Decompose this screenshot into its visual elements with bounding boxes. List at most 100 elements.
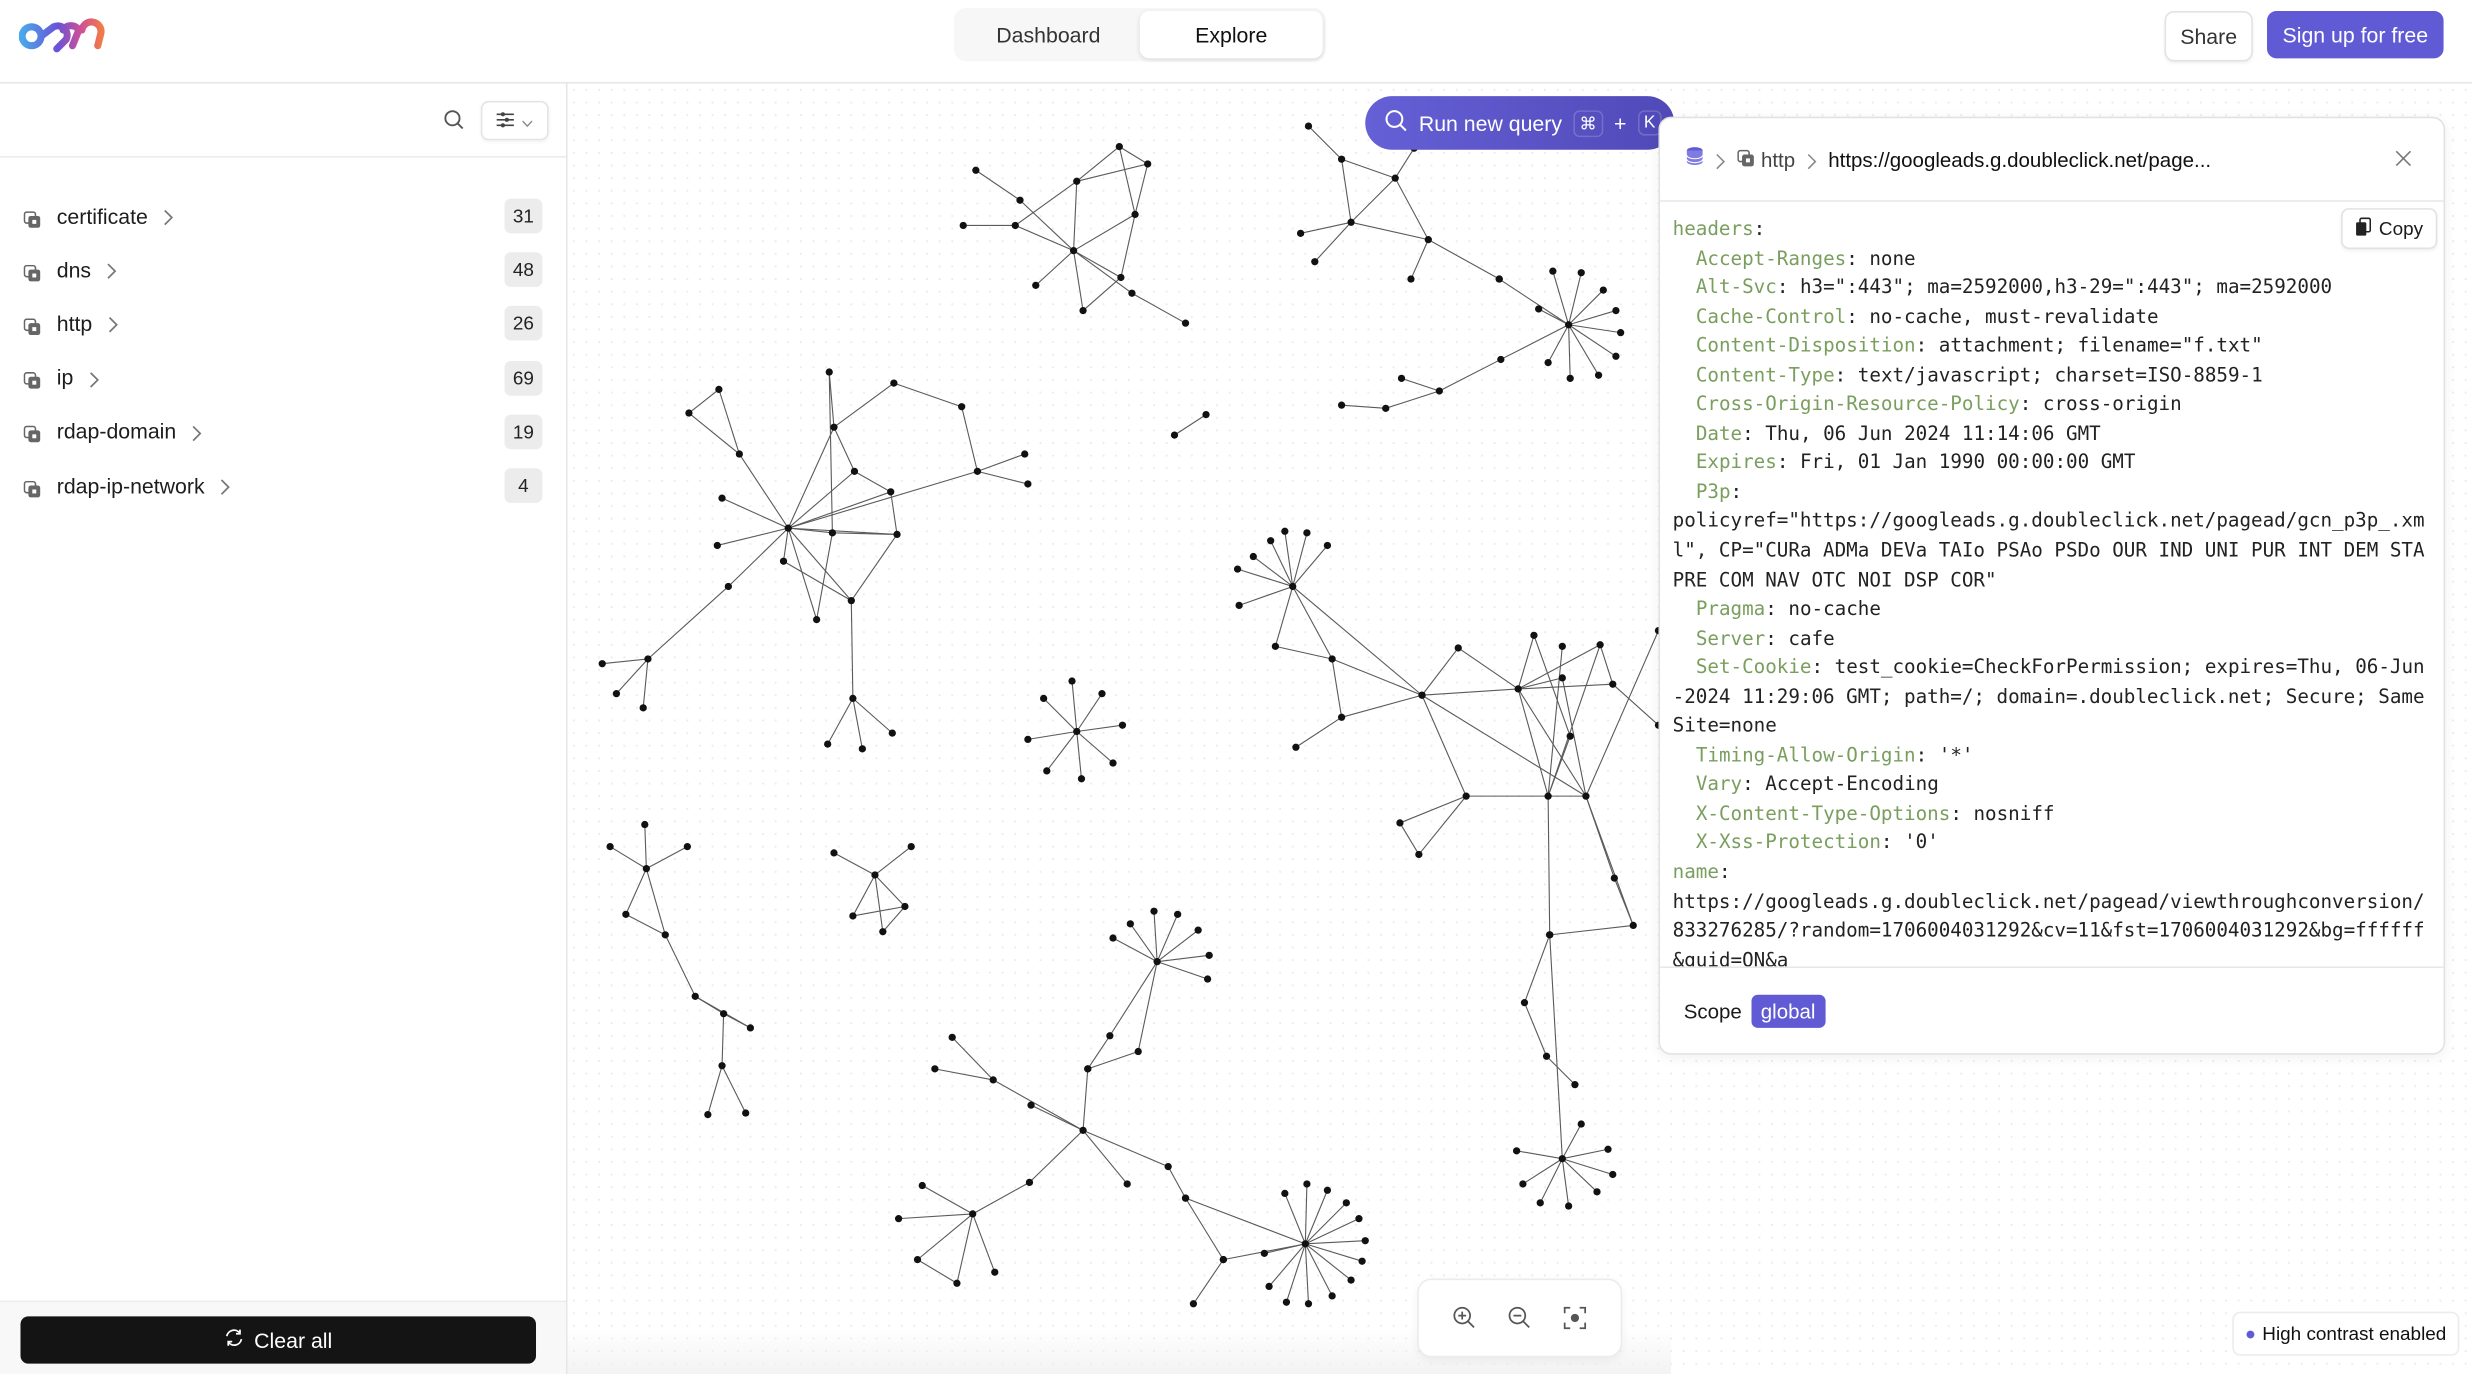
graph-node[interactable] [1123,1180,1131,1188]
graph-node[interactable] [1150,907,1158,915]
graph-node[interactable] [1079,306,1087,315]
graph-node[interactable] [1267,537,1275,545]
graph-node[interactable] [890,379,898,387]
graph-node[interactable] [1016,196,1024,204]
graph-node[interactable] [824,740,832,748]
graph-node[interactable] [1202,410,1210,419]
graph-node[interactable] [1544,358,1552,367]
graph-node[interactable] [598,660,606,668]
graph-node[interactable] [1134,1047,1142,1056]
graph-node[interactable] [1609,1170,1617,1179]
graph-node[interactable] [1024,480,1032,488]
graph-node[interactable] [1032,281,1040,289]
graph-node[interactable] [1011,221,1019,230]
graph-node[interactable] [1021,450,1029,458]
graph-node[interactable] [1519,1180,1527,1188]
graph-node[interactable] [1355,1215,1363,1223]
graph-node[interactable] [1069,247,1078,255]
graph-node[interactable] [1260,1249,1268,1257]
graph-node[interactable] [828,529,837,537]
graph-node[interactable] [1281,527,1289,535]
high-contrast-status[interactable]: High contrast enabled [2232,1311,2460,1356]
graph-node[interactable] [1629,921,1637,930]
fit-view-icon[interactable] [1562,1305,1587,1330]
graph-node[interactable] [1311,258,1319,266]
graph-node[interactable] [913,1255,922,1264]
graph-node[interactable] [784,524,792,532]
graph-node[interactable] [1296,229,1305,237]
graph-node[interactable] [813,615,821,624]
graph-node[interactable] [1128,289,1136,297]
graph-node[interactable] [830,423,838,431]
graph-node[interactable] [1497,355,1505,364]
graph-node[interactable] [1582,792,1590,800]
graph-node[interactable] [1337,155,1346,163]
graph-node[interactable] [642,865,650,873]
graph-node[interactable] [849,912,857,920]
graph-node[interactable] [1596,641,1604,649]
graph-node[interactable] [1536,1199,1544,1207]
graph-node[interactable] [1361,1237,1369,1245]
zoom-in-icon[interactable] [1452,1305,1477,1330]
share-button[interactable]: Share [2164,11,2253,62]
graph-node[interactable] [1609,680,1617,688]
graph-node[interactable] [1126,920,1134,928]
graph-node[interactable] [1282,1298,1291,1306]
graph-node[interactable] [858,745,866,753]
graph-node[interactable] [1304,1300,1313,1308]
graph-node[interactable] [989,1076,997,1084]
osm-logo[interactable] [18,16,120,57]
graph-node[interactable] [1084,1065,1092,1073]
graph-node[interactable] [887,488,895,496]
graph-node[interactable] [1170,431,1179,439]
graph-node[interactable] [1323,1186,1332,1194]
graph-node[interactable] [1604,1145,1612,1153]
graph-node[interactable] [1407,275,1415,283]
graph-node[interactable] [1024,735,1032,744]
graph-node[interactable] [959,221,967,230]
graph-node[interactable] [1271,642,1280,650]
graph-node[interactable] [1233,565,1242,573]
graph-node[interactable] [1181,319,1190,327]
graph-node[interactable] [1347,218,1355,226]
graph-node[interactable] [1396,819,1404,827]
run-new-query-button[interactable]: Run new query ⌘ + K [1365,96,1675,150]
graph-node[interactable] [704,1110,712,1119]
graph-node[interactable] [1599,286,1607,294]
graph-node[interactable] [1109,934,1117,942]
graph-node[interactable] [1520,999,1529,1007]
chevron-right-icon[interactable] [190,422,203,441]
graph-node[interactable] [1106,1032,1114,1040]
breadcrumb-type[interactable]: http [1761,147,1795,171]
graph-node[interactable] [948,1033,956,1041]
graph-node[interactable] [1068,677,1076,685]
database-icon[interactable] [1685,147,1704,172]
graph-node[interactable] [1454,644,1462,652]
graph-node[interactable] [1265,1282,1273,1291]
graph-node[interactable] [850,467,859,475]
scope-badge[interactable]: global [1751,993,1825,1028]
graph-node[interactable] [830,849,838,857]
sidebar-item-rdap-domain[interactable]: rdap-domain 19 [0,405,566,459]
graph-node[interactable] [1382,404,1390,412]
graph-node[interactable] [779,557,788,565]
graph-node[interactable] [1435,387,1443,395]
graph-node[interactable] [958,403,966,411]
graph-node[interactable] [1546,931,1554,939]
graph-node[interactable] [1415,850,1423,859]
sidebar-item-certificate[interactable]: certificate 31 [0,189,566,243]
graph-node[interactable] [1292,743,1300,751]
graph-node[interactable] [735,450,744,458]
graph-node[interactable] [931,1065,939,1073]
graph-node[interactable] [1235,601,1243,610]
graph-node[interactable] [1144,160,1152,168]
graph-node[interactable] [871,871,879,879]
chevron-right-icon[interactable] [106,314,119,334]
graph-node[interactable] [1397,374,1406,382]
graph-node[interactable] [1558,1155,1566,1163]
graph-node[interactable] [1077,775,1086,783]
graph-node[interactable] [1418,691,1426,699]
graph-node[interactable] [1301,1240,1309,1248]
copy-button[interactable]: Copy [2341,208,2438,250]
graph-node[interactable] [907,842,915,851]
